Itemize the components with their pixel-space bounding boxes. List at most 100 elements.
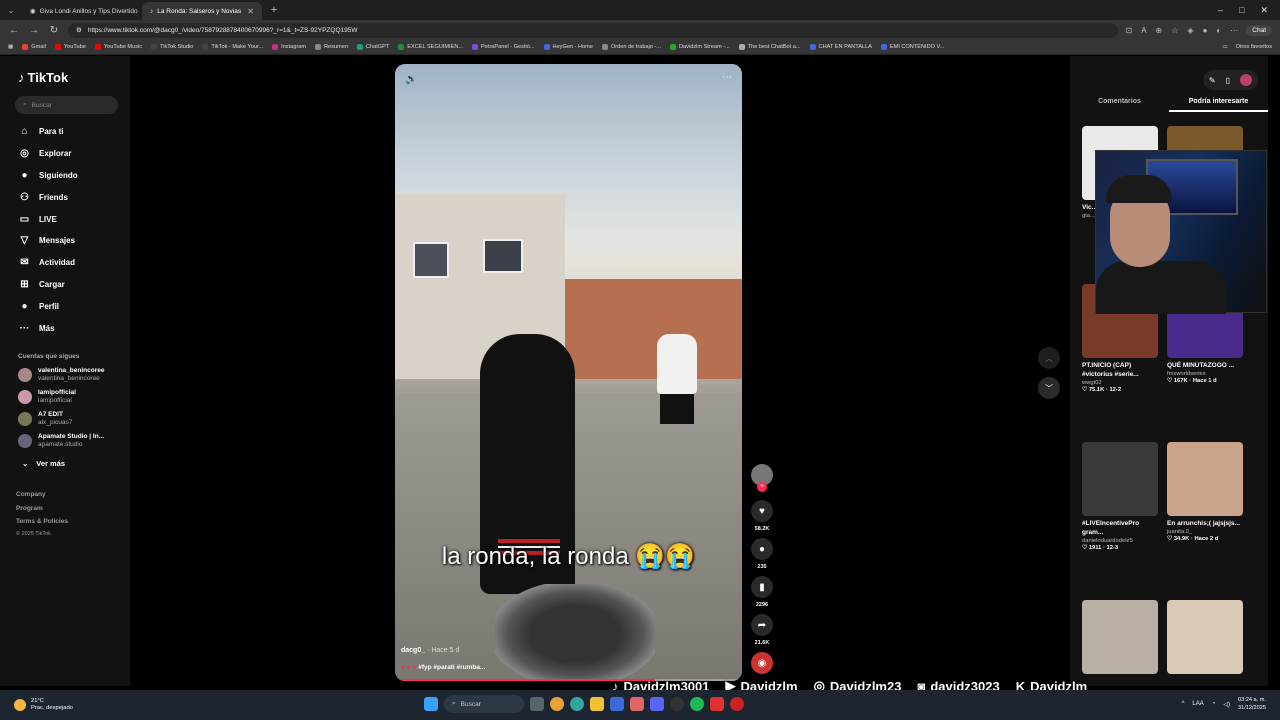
chevron-up-icon[interactable]: ︿ — [1038, 347, 1060, 369]
footer-program-link[interactable]: Program — [16, 505, 43, 512]
tab-podria-interesarte[interactable]: Podría interesarte — [1169, 98, 1268, 112]
creator-avatar[interactable]: + — [751, 464, 773, 492]
bookmark-item[interactable]: Resumen — [315, 44, 348, 50]
record-icon[interactable]: ● — [1203, 26, 1208, 35]
recommended-video-card[interactable] — [1167, 600, 1243, 674]
edge-icon[interactable] — [570, 697, 584, 711]
bookmark-item[interactable]: TikTok Studio — [151, 44, 193, 50]
video-author[interactable]: dacg0_ · Hace 5 d — [401, 647, 459, 654]
tray-chevron-icon[interactable]: ^ — [1182, 701, 1185, 707]
comment-button[interactable]: ● 235 — [750, 538, 774, 570]
bookmark-item[interactable]: CHAT EN PANTALLA — [809, 44, 872, 50]
volume-icon[interactable]: ◁) — [1223, 701, 1230, 708]
reload-icon[interactable]: ↻ — [48, 25, 60, 36]
bookmark-item[interactable]: Gmail — [22, 44, 46, 50]
apps-icon[interactable]: ▦ — [8, 44, 13, 50]
recommended-video-card[interactable] — [1082, 600, 1158, 674]
star-icon[interactable]: ☆ — [1171, 26, 1178, 35]
bookmark-item[interactable]: Instagram — [272, 44, 306, 50]
task-view-icon[interactable] — [530, 697, 544, 711]
translate-icon[interactable]: A — [1141, 26, 1146, 35]
app-icon[interactable] — [730, 697, 744, 711]
video-tags[interactable]: ● ● ● #fyp #parati #rumba... — [401, 664, 485, 671]
menu-item-friends[interactable]: ⚇ Friends — [18, 186, 78, 208]
footer-terms-link[interactable]: Terms & Policies — [16, 518, 68, 525]
menu-item-live[interactable]: ▭ LIVE — [18, 208, 78, 230]
explorer-icon[interactable] — [590, 697, 604, 711]
bookmark-item[interactable]: Orden de trabajo -... — [601, 44, 661, 50]
site-info-icon[interactable]: ⚙ — [76, 26, 82, 34]
more-options-icon[interactable]: ⋯ — [722, 72, 732, 83]
obs-icon[interactable] — [670, 697, 684, 711]
follow-plus-icon[interactable]: + — [757, 482, 767, 492]
recommended-video-card[interactable]: En arrunchis;( jajsjsjs... juanita.0_ ♡ 34… — [1167, 442, 1243, 542]
app-icon[interactable] — [610, 697, 624, 711]
bookmark-item[interactable]: YouTube — [54, 44, 86, 50]
menu-item-mensajes[interactable]: ▽ Mensajes — [18, 230, 78, 252]
music-disc-button[interactable]: ◉ — [750, 652, 774, 674]
bookmark-item[interactable]: EXCEL SEGUIMIEN... — [398, 44, 463, 50]
weather-widget[interactable]: 21°C Prac. despejado — [0, 698, 200, 712]
menu-item-actividad[interactable]: ✉ Actividad — [18, 252, 78, 274]
search-input[interactable]: ⌕ Buscar — [15, 96, 118, 114]
new-tab-icon[interactable]: + — [266, 4, 282, 16]
followed-account[interactable]: lamipofficial lamipofficial — [18, 389, 76, 405]
back-icon[interactable]: ← — [8, 25, 20, 36]
recommended-video-card[interactable]: #LIVEIncentivePro gram... danieloduardode… — [1082, 442, 1158, 551]
tiktok-logo[interactable]: ♪ TikTok — [18, 70, 68, 85]
language-indicator[interactable]: LAA — [1192, 701, 1203, 707]
tab-comentarios[interactable]: Comentarios — [1070, 98, 1169, 112]
taskbar-search[interactable]: ⌕ Buscar — [444, 695, 524, 713]
browser-tab-1[interactable]: ◉ Giva Londi Anillos y Tips Divertido ✕ — [22, 2, 142, 20]
video-player[interactable]: la ronda, la ronda 😭😭 🔈 ⋯ dacg0_ · Hace … — [395, 64, 742, 681]
maximize-icon[interactable]: □ — [1239, 5, 1244, 16]
followed-account[interactable]: valentina_benincoree valentina_benincoree — [18, 367, 104, 383]
bookmark-item[interactable]: TikTok - Make Your... — [202, 44, 263, 50]
bookmark-item[interactable]: PetraPanel - Gestió... — [472, 44, 535, 50]
chat-button[interactable]: Chat — [1246, 24, 1272, 36]
minimize-icon[interactable]: – — [1218, 5, 1223, 16]
menu-item-explorar[interactable]: ◎ Explorar — [18, 143, 78, 165]
followed-account[interactable]: A7 EDIT alx_picuas7 — [18, 411, 72, 427]
share-button[interactable]: ➦ 21.6K — [750, 614, 774, 646]
bookmark-item[interactable]: The best ChatBot a... — [738, 44, 801, 50]
menu-item-perfil[interactable]: ● Perfil — [18, 295, 78, 317]
windows-start-icon[interactable] — [424, 697, 438, 711]
bookmark-item[interactable]: YouTube Music — [94, 44, 142, 50]
install-icon[interactable]: ⊡ — [1126, 26, 1133, 35]
like-button[interactable]: ♥ 58.2K — [750, 500, 774, 532]
app-icon[interactable] — [630, 697, 644, 711]
wifi-icon[interactable]: ◔ — [1212, 701, 1216, 707]
volume-icon[interactable]: 🔈 — [405, 74, 417, 85]
device-icon[interactable]: ▯ — [1226, 76, 1230, 85]
menu-dots-icon[interactable]: ⋯ — [1230, 26, 1238, 35]
other-bookmarks[interactable]: ▭ Otros favoritos — [1222, 44, 1272, 50]
menu-item-cargar[interactable]: ⊞ Cargar — [18, 274, 78, 296]
extension-icon[interactable]: ◈ — [1187, 26, 1193, 35]
app-icon[interactable] — [710, 697, 724, 711]
forward-icon[interactable]: → — [28, 25, 40, 36]
menu-item-para-ti[interactable]: ⌂ Para ti — [18, 121, 78, 143]
bookmark-item[interactable]: Davidzlm Stream -... — [670, 44, 730, 50]
zoom-icon[interactable]: ⊕ — [1156, 26, 1163, 35]
spotify-icon[interactable] — [690, 697, 704, 711]
save-button[interactable]: ▮ 2296 — [750, 576, 774, 608]
user-avatar[interactable] — [1240, 74, 1252, 86]
chevron-down-icon[interactable]: ﹀ — [1038, 377, 1060, 399]
ver-mas-button[interactable]: ⌄ Ver más — [22, 459, 65, 468]
close-icon[interactable]: ✕ — [247, 7, 254, 16]
edit-icon[interactable]: ✎ — [1209, 76, 1216, 85]
menu-item-siguiendo[interactable]: ● Siguiendo — [18, 165, 77, 187]
discord-icon[interactable] — [650, 697, 664, 711]
menu-item-m-s[interactable]: ··· Más — [18, 317, 78, 339]
footer-company-link[interactable]: Company — [16, 491, 46, 498]
tab-search-icon[interactable]: ⌄ — [0, 6, 22, 15]
bookmark-item[interactable]: EMI CONTENIDO V... — [880, 44, 944, 50]
followed-account[interactable]: Apamate Studio | In... apamate.studio — [18, 433, 104, 449]
url-input[interactable]: ⚙ https://www.tiktok.com/@dacg0_/video/7… — [68, 22, 1118, 38]
bookmark-item[interactable]: HeyGen - Home — [543, 44, 593, 50]
bookmark-item[interactable]: ChatGPT — [356, 44, 389, 50]
browser-tab-2[interactable]: ♪ La Ronda: Salseros y Novias ✕ — [142, 2, 262, 20]
profile-icon[interactable]: ◐ — [1216, 26, 1221, 35]
chrome-icon[interactable] — [550, 697, 564, 711]
